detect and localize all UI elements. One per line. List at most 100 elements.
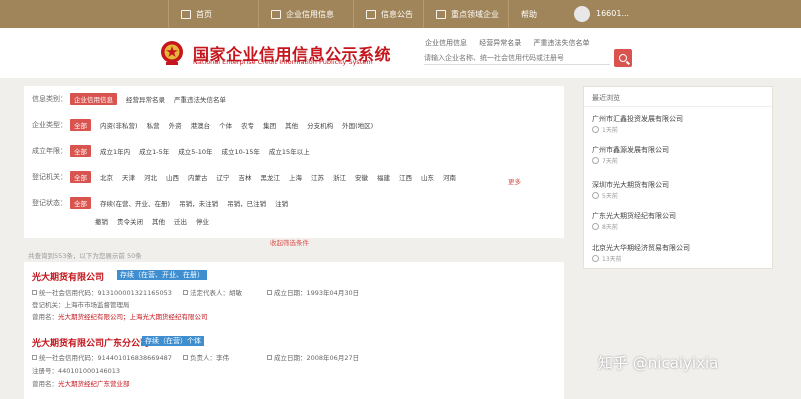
filter-option[interactable]: 上海	[289, 172, 302, 182]
filter-option[interactable]: 江苏	[311, 172, 324, 182]
search-tabs: 企业信用信息 经营异常名录 严重违法失信名单	[425, 38, 599, 48]
filter-option[interactable]: 其他	[285, 120, 298, 130]
filter-option[interactable]: 江西	[399, 172, 412, 182]
filter-option[interactable]: 吉林	[239, 172, 252, 182]
result-title[interactable]: 光大期货有限公司	[32, 270, 104, 283]
result-title[interactable]: 光大期货有限公司广东分公司	[32, 336, 149, 349]
filter-option[interactable]: 存续(在营、开业、在册)	[100, 198, 170, 208]
collapse-filters-link[interactable]: 收起筛选条件	[270, 237, 309, 247]
filter-option[interactable]: 山东	[421, 172, 434, 182]
filter-row: 成立年限： 全部 成立1年内 成立1-5年 成立5-10年 成立10-15年 成立15年以上	[32, 145, 319, 157]
filter-option[interactable]: 成立1年内	[100, 146, 130, 156]
filter-label: 成立年限：	[32, 147, 67, 155]
search-input[interactable]	[424, 51, 610, 65]
filter-option[interactable]: 天津	[122, 172, 135, 182]
filter-option[interactable]: 注销	[275, 198, 288, 208]
id-icon	[32, 355, 37, 360]
filter-option[interactable]: 成立15年以上	[269, 146, 310, 156]
nav-credit-info[interactable]: 企业信用信息	[258, 0, 353, 28]
search-icon	[619, 54, 627, 62]
result-date: 成立日期：2008年06月27日	[267, 352, 359, 362]
filter-option[interactable]: 全部	[70, 197, 91, 209]
filter-option[interactable]: 浙江	[333, 172, 346, 182]
filter-option[interactable]: 农专	[241, 120, 254, 130]
filter-option[interactable]: 迁出	[174, 216, 187, 226]
filter-option[interactable]: 黑龙江	[261, 172, 281, 182]
filter-option[interactable]: 停业	[196, 216, 209, 226]
nav-announcements[interactable]: 信息公告	[353, 0, 423, 28]
result-date: 成立日期：1993年04月30日	[267, 287, 359, 297]
search-tab-credit[interactable]: 企业信用信息	[425, 39, 467, 47]
document-icon	[271, 9, 281, 19]
result-count: 共查询到553条，以下为您展示前 50条	[28, 252, 142, 260]
filter-option[interactable]: 成立5-10年	[178, 146, 212, 156]
calendar-icon	[267, 355, 272, 360]
filter-option[interactable]: 内资(非私营)	[100, 120, 138, 130]
person-icon	[183, 355, 188, 360]
notice-icon	[366, 9, 376, 19]
more-regions-link[interactable]: 更多	[508, 176, 521, 186]
divider	[584, 106, 772, 107]
recent-item[interactable]: 广州市鑫源发展有限公司 7天前	[592, 145, 669, 165]
filter-option[interactable]: 辽宁	[217, 172, 230, 182]
recent-item[interactable]: 北京光大华期经济贸易有限公司 13天前	[592, 243, 690, 263]
filter-option[interactable]: 内蒙古	[188, 172, 208, 182]
filter-option[interactable]: 成立1-5年	[139, 146, 169, 156]
filter-option[interactable]: 港澳台	[191, 120, 211, 130]
filter-option[interactable]: 责令关闭	[117, 216, 143, 226]
filter-row: 企业类型： 全部 内资(非私营) 私营 外资 港澳台 个体 农专 集团 其他 分支机构 外国(地区)	[32, 119, 382, 131]
filter-option[interactable]: 私营	[147, 120, 160, 130]
filter-option[interactable]: 成立10-15年	[222, 146, 260, 156]
filter-option[interactable]: 山西	[166, 172, 179, 182]
filter-option[interactable]: 外国(地区)	[342, 120, 373, 130]
nav-help[interactable]: 帮助	[508, 0, 568, 28]
search-tab-blacklist[interactable]: 严重违法失信名单	[533, 39, 589, 47]
filter-option[interactable]: 吊销，已注销	[227, 198, 266, 208]
person-icon	[183, 290, 188, 295]
username[interactable]: 16601...	[596, 9, 629, 18]
result-credit-code: 统一社会信用代码：914401016838669487	[32, 352, 172, 362]
filter-option[interactable]: 全部	[70, 171, 91, 183]
search-tab-abnormal[interactable]: 经营异常名录	[479, 39, 521, 47]
nav-key-areas[interactable]: 重点领域企业	[423, 0, 508, 28]
filter-option[interactable]: 企业信用信息	[70, 93, 117, 105]
filter-row: 撤销 责令关闭 其他 迁出 停业	[95, 215, 218, 227]
filter-option[interactable]: 河南	[443, 172, 456, 182]
filter-option[interactable]: 外资	[169, 120, 182, 130]
filter-option[interactable]: 北京	[100, 172, 113, 182]
avatar[interactable]	[574, 6, 590, 22]
filter-option[interactable]: 集团	[263, 120, 276, 130]
filter-row: 信息类别： 企业信用信息 经营异常名录 严重违法失信名单	[32, 93, 235, 105]
filter-option[interactable]: 河北	[144, 172, 157, 182]
filter-option[interactable]: 吊销，未注销	[179, 198, 218, 208]
nav-home[interactable]: 首页	[168, 0, 258, 28]
filter-option[interactable]: 全部	[70, 119, 91, 131]
filter-option[interactable]: 安徽	[355, 172, 368, 182]
filter-option[interactable]: 全部	[70, 145, 91, 157]
filter-option[interactable]: 福建	[377, 172, 390, 182]
search-button[interactable]	[614, 49, 632, 67]
result-legal-rep: 法定代表人：胡敏	[183, 287, 242, 297]
result-registry: 注册号：440101000146013	[32, 367, 121, 375]
id-icon	[32, 290, 37, 295]
filter-label: 登记机关：	[32, 173, 67, 181]
result-former-name: 曾用名：光大期货经纪有限公司；上海光大期货经纪有限公司	[32, 313, 208, 321]
national-emblem-icon	[161, 41, 183, 65]
filter-option[interactable]: 撤销	[95, 216, 108, 226]
status-badge: 存续（在营）个体	[142, 336, 204, 346]
filter-option[interactable]: 分支机构	[307, 120, 333, 130]
filter-option[interactable]: 严重违法失信名单	[174, 94, 226, 104]
result-legal-rep: 负责人：李伟	[183, 352, 229, 362]
building-icon	[436, 9, 446, 19]
filter-row: 登记机关： 全部 北京 天津 河北 山西 内蒙古 辽宁 吉林 黑龙江 上海 江苏 浙江 安徽 福建 江西 山东河…	[32, 171, 465, 183]
top-navigation-bar: 首页 企业信用信息 信息公告 重点领域企业 帮助 16601...	[0, 0, 801, 28]
filter-option[interactable]: 经营异常名录	[126, 94, 165, 104]
recent-item[interactable]: 广东光大期货经纪有限公司 8天前	[592, 211, 676, 231]
filter-option[interactable]: 其他	[152, 216, 165, 226]
recent-item[interactable]: 广州市汇鑫投资发展有限公司 1天前	[592, 114, 683, 134]
watermark: 知乎 @nicaiyixia	[598, 354, 719, 372]
calendar-icon	[267, 290, 272, 295]
recent-views-panel: 最近浏览 广州市汇鑫投资发展有限公司 1天前 广州市鑫源发展有限公司 7天前 深圳市…	[583, 86, 773, 269]
filter-option[interactable]: 个体	[219, 120, 232, 130]
recent-item[interactable]: 深圳市光大期货有限公司 5天前	[592, 180, 669, 200]
